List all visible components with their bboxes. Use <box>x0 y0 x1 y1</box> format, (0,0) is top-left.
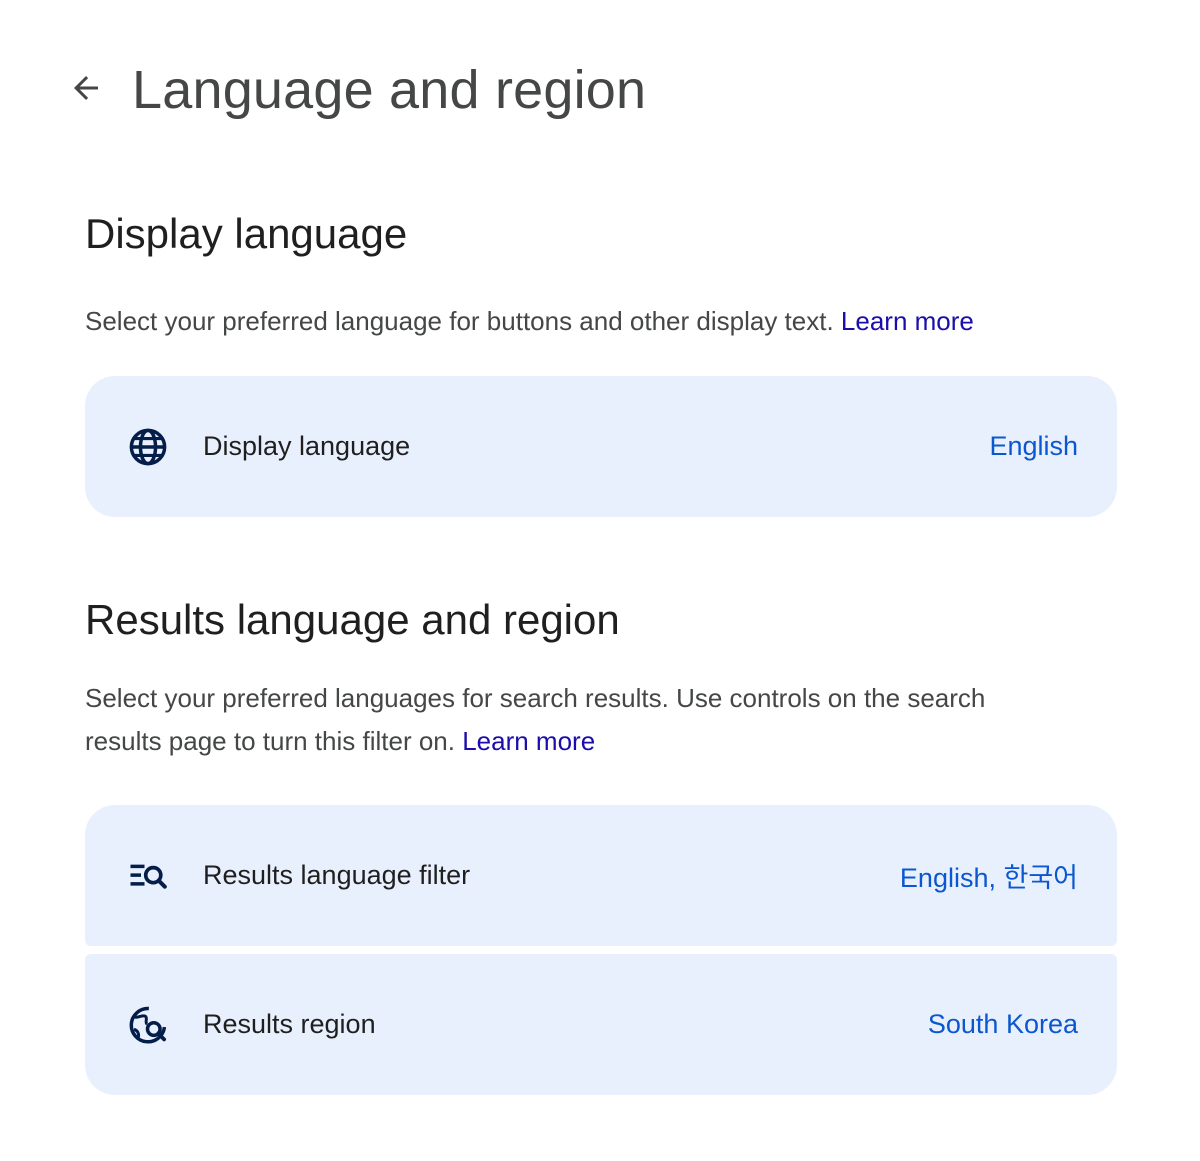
row-label: Display language <box>203 431 411 461</box>
section-title: Results language and region <box>85 596 620 643</box>
row-label: Results language filter <box>203 860 471 890</box>
learn-more-link[interactable]: Learn more <box>841 306 974 336</box>
display-language-row[interactable]: Display language English <box>85 376 1117 517</box>
back-button[interactable] <box>62 66 110 114</box>
arrow-back-icon <box>68 70 104 111</box>
description-text: Select your preferred language for butto… <box>85 306 834 336</box>
results-region-row[interactable]: Results region South Korea <box>85 954 1117 1095</box>
results-language-filter-row[interactable]: Results language filter English, 한국어 <box>85 805 1117 946</box>
section-description: Select your preferred languages for sear… <box>85 677 1065 763</box>
globe-search-icon <box>127 1004 169 1046</box>
page-title: Language and region <box>132 60 647 120</box>
globe-icon <box>127 426 169 468</box>
filter-search-icon <box>127 855 169 897</box>
display-language-section: Display language Select your preferred l… <box>85 208 1117 343</box>
section-title: Display language <box>85 210 408 257</box>
row-value: South Korea <box>927 1009 1078 1039</box>
results-language-region-section: Results language and region Select your … <box>85 594 1117 763</box>
learn-more-link[interactable]: Learn more <box>462 726 595 756</box>
row-value: English <box>989 431 1078 461</box>
row-label: Results region <box>203 1009 376 1039</box>
row-value: English, 한국어 <box>899 863 1078 893</box>
section-description: Select your preferred language for butto… <box>85 300 1117 343</box>
page-header: Language and region <box>62 52 646 128</box>
